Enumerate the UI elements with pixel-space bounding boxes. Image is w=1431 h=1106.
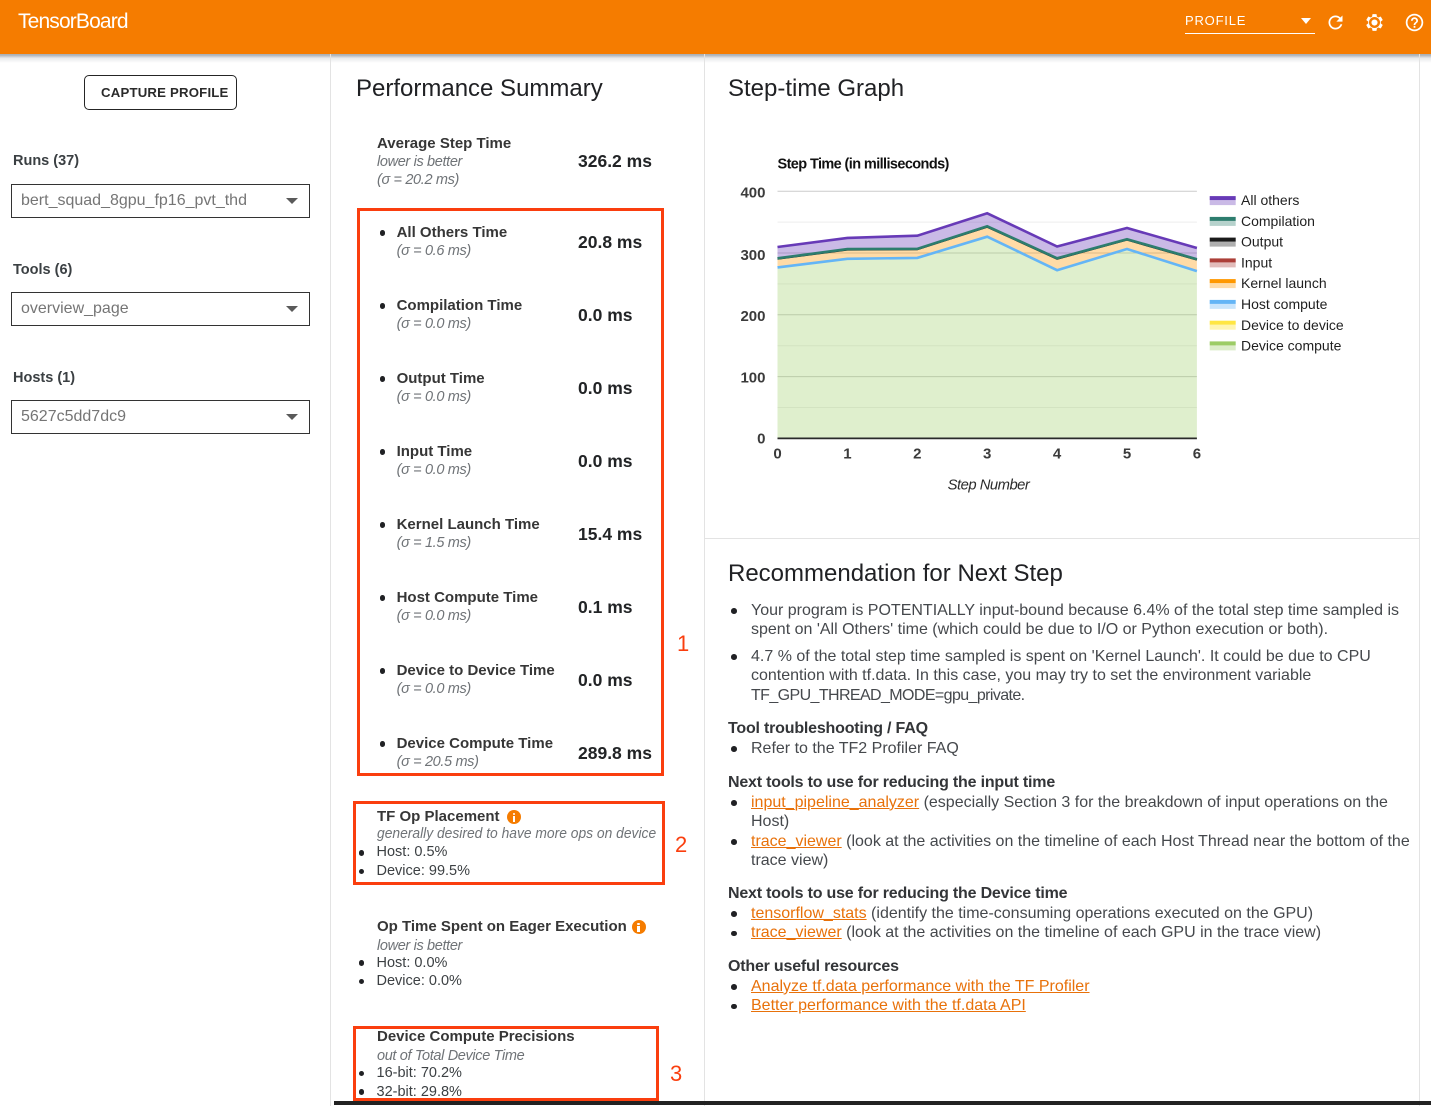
svg-text:1: 1 bbox=[843, 446, 851, 463]
svg-text:5: 5 bbox=[1123, 446, 1131, 463]
svg-text:4: 4 bbox=[1053, 446, 1062, 463]
svg-text:Output: Output bbox=[1241, 234, 1283, 250]
svg-text:2: 2 bbox=[913, 446, 921, 463]
svg-text:400: 400 bbox=[740, 185, 765, 202]
svg-text:300: 300 bbox=[740, 247, 765, 264]
svg-text:Device compute: Device compute bbox=[1241, 338, 1342, 354]
svg-text:200: 200 bbox=[740, 308, 765, 325]
svg-text:0: 0 bbox=[773, 446, 781, 463]
svg-text:Host compute: Host compute bbox=[1241, 296, 1328, 312]
svg-text:Step Time (in milliseconds): Step Time (in milliseconds) bbox=[778, 157, 950, 173]
svg-text:Kernel launch: Kernel launch bbox=[1241, 275, 1327, 291]
svg-text:Device to device: Device to device bbox=[1241, 317, 1344, 333]
svg-text:6: 6 bbox=[1193, 446, 1201, 463]
svg-text:Input: Input bbox=[1241, 255, 1272, 271]
svg-text:100: 100 bbox=[740, 370, 765, 387]
svg-text:0: 0 bbox=[757, 431, 765, 448]
svg-text:Step Number: Step Number bbox=[948, 477, 1031, 493]
svg-text:3: 3 bbox=[983, 446, 991, 463]
svg-text:All others: All others bbox=[1241, 192, 1299, 208]
svg-text:Compilation: Compilation bbox=[1241, 213, 1315, 229]
